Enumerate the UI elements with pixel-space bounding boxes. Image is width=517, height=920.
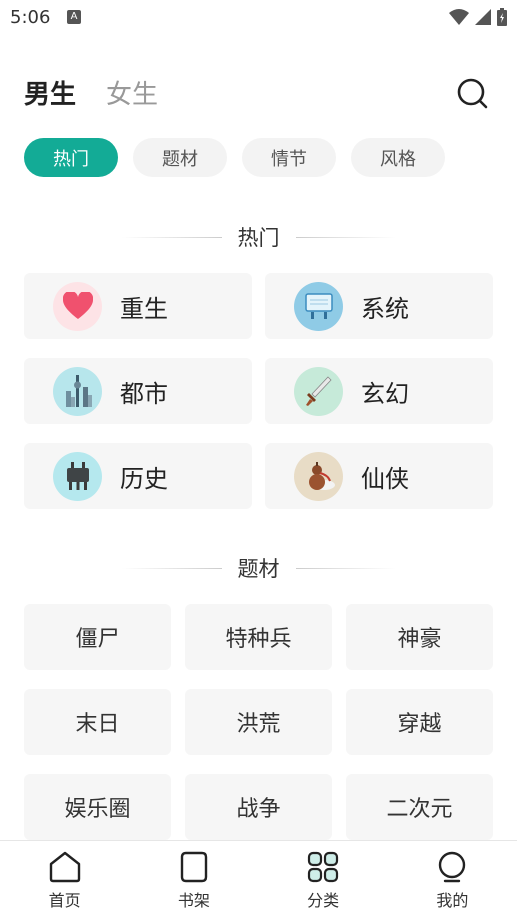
topic-section-title: 题材: [0, 553, 517, 583]
search-button[interactable]: [455, 76, 489, 110]
hot-item-label: 都市: [120, 379, 168, 408]
hot-item-xianxia[interactable]: 仙侠: [265, 443, 493, 509]
divider: [295, 567, 396, 569]
hot-item-label: 历史: [120, 464, 168, 493]
status-icons: [449, 8, 507, 26]
hot-grid: 重生 系统 都市 玄幻 历史 仙侠: [24, 273, 493, 509]
bottom-nav: 首页 书架 分类 我的: [0, 840, 517, 920]
chip-topic[interactable]: 题材: [133, 138, 227, 177]
hot-item-history[interactable]: 历史: [24, 443, 252, 509]
bronze-vessel-icon: [53, 451, 102, 501]
topic-item[interactable]: 洪荒: [185, 689, 332, 755]
chip-style[interactable]: 风格: [351, 138, 445, 177]
gender-tabs: 男生 女生: [24, 74, 158, 111]
hot-item-label: 重生: [120, 294, 168, 323]
hot-item-rebirth[interactable]: 重生: [24, 273, 252, 339]
topic-item[interactable]: 特种兵: [185, 604, 332, 670]
topic-grid: 僵尸 特种兵 神豪 末日 洪荒 穿越 娱乐圈 战争 二次元: [24, 604, 493, 840]
topic-title-text: 题材: [237, 557, 280, 581]
divider: [121, 567, 222, 569]
hot-item-label: 仙侠: [361, 464, 409, 493]
nav-label: 分类: [307, 891, 340, 910]
topic-item[interactable]: 末日: [24, 689, 171, 755]
filter-chips: 热门 题材 情节 风格: [24, 138, 445, 177]
nav-label: 书架: [177, 891, 210, 910]
nav-category[interactable]: 分类: [259, 841, 388, 920]
chip-hot[interactable]: 热门: [24, 138, 118, 177]
heart-icon: [53, 281, 102, 331]
sword-icon: [294, 366, 343, 416]
nav-home[interactable]: 首页: [0, 841, 129, 920]
nav-label: 我的: [436, 891, 469, 910]
topic-item[interactable]: 二次元: [346, 774, 493, 840]
hot-section-title: 热门: [0, 222, 517, 252]
divider: [295, 236, 396, 238]
nav-bookshelf[interactable]: 书架: [129, 841, 258, 920]
topic-item[interactable]: 穿越: [346, 689, 493, 755]
topic-item[interactable]: 神豪: [346, 604, 493, 670]
battery-icon: [497, 8, 507, 26]
divider: [121, 236, 222, 238]
signal-icon: [475, 9, 491, 25]
search-icon: [457, 78, 488, 109]
profile-icon: [439, 851, 466, 883]
topic-item[interactable]: 娱乐圈: [24, 774, 171, 840]
topic-item[interactable]: 战争: [185, 774, 332, 840]
hot-item-label: 玄幻: [361, 379, 409, 408]
nav-profile[interactable]: 我的: [388, 841, 517, 920]
city-icon: [53, 366, 102, 416]
status-time: 5:06: [10, 7, 51, 28]
hot-item-city[interactable]: 都市: [24, 358, 252, 424]
notification-icon: A: [67, 10, 81, 24]
hot-title-text: 热门: [237, 226, 280, 250]
chip-plot[interactable]: 情节: [242, 138, 336, 177]
status-bar: 5:06 A: [0, 0, 517, 36]
hot-item-fantasy[interactable]: 玄幻: [265, 358, 493, 424]
screen-icon: [294, 281, 343, 331]
gourd-icon: [294, 451, 343, 501]
nav-label: 首页: [48, 891, 81, 910]
category-icon: [308, 851, 339, 883]
hot-item-label: 系统: [361, 294, 409, 323]
topic-item[interactable]: 僵尸: [24, 604, 171, 670]
home-icon: [49, 851, 80, 883]
tab-male[interactable]: 男生: [24, 74, 76, 111]
bookshelf-icon: [180, 851, 208, 883]
tab-female[interactable]: 女生: [106, 74, 158, 111]
hot-item-system[interactable]: 系统: [265, 273, 493, 339]
wifi-icon: [449, 9, 469, 25]
